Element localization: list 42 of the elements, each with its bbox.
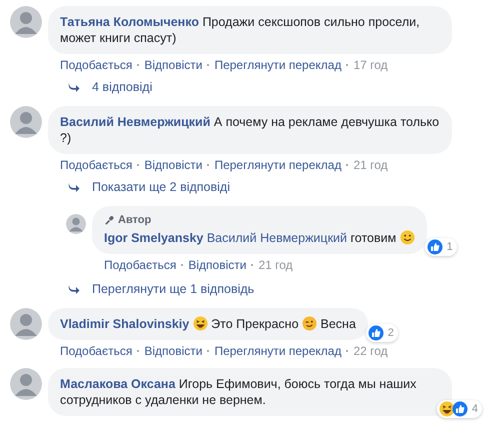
author-name[interactable]: Маслакова Оксана — [60, 377, 176, 391]
avatar[interactable] — [10, 6, 42, 38]
avatar[interactable] — [66, 214, 86, 234]
replies-link[interactable]: 4 відповіді — [68, 80, 152, 94]
laughing-emoji-icon — [192, 316, 208, 331]
author-label: Автор — [118, 213, 152, 228]
microphone-icon — [104, 214, 115, 226]
avatar[interactable] — [10, 106, 42, 138]
action-link[interactable]: Відповісти — [188, 258, 246, 272]
reply-arrow-icon — [68, 82, 80, 92]
like-icon — [426, 239, 443, 255]
action-link[interactable]: Подобається — [104, 258, 176, 272]
comment-text: Igor Smelyansky Василий Невмержицкий готовим — [104, 231, 415, 245]
smiling-emoji-icon — [400, 230, 415, 245]
action-link[interactable]: Подобається — [60, 158, 132, 172]
comment-text: Vladimir Shalovinskiy Это Прекрасно Весна — [60, 317, 356, 331]
reply-arrow-icon — [68, 182, 80, 192]
avatar[interactable] — [10, 368, 42, 400]
action-link[interactable]: Відповісти — [144, 58, 202, 72]
reply-arrow-icon — [68, 284, 80, 294]
author-name[interactable]: Igor Smelyansky — [104, 231, 204, 245]
action-link[interactable]: Переглянути переклад — [214, 158, 342, 172]
author-name[interactable]: Татьяна Коломыченко — [60, 15, 199, 29]
action-link[interactable]: Переглянути переклад — [214, 58, 342, 72]
like-icon — [368, 325, 384, 341]
avatar[interactable] — [10, 308, 42, 340]
laughing-emoji-icon — [438, 401, 455, 417]
mention-link[interactable]: Василий Невмержицкий — [206, 231, 348, 245]
comment-text: Василий Невмержицкий А почему на рекламе девчушка только ?) — [60, 115, 440, 145]
action-link[interactable]: Переглянути переклад — [214, 344, 342, 358]
author-name[interactable]: Vladimir Shalovinskiy — [60, 317, 190, 331]
action-link[interactable]: Відповісти — [144, 158, 202, 172]
replies-link[interactable]: Показати ще 2 відповіді — [68, 180, 230, 194]
comment-text: Татьяна Коломыченко Продажи сексшопов сильно просели, может книги спасут) — [60, 15, 420, 45]
comment-text: Маслакова Оксана Игорь Ефимович, боюсь тогда мы наших сотрудников с удаленки не вернем. — [60, 377, 416, 407]
like-icon — [452, 401, 468, 417]
action-link[interactable]: Подобається — [60, 58, 132, 72]
action-link[interactable]: Відповісти — [144, 344, 202, 358]
winking-emoji-icon — [302, 316, 318, 331]
action-link[interactable]: Подобається — [60, 344, 132, 358]
author-name[interactable]: Василий Невмержицкий — [60, 115, 210, 129]
replies-link[interactable]: Переглянути ще 1 відповідь — [68, 282, 254, 296]
